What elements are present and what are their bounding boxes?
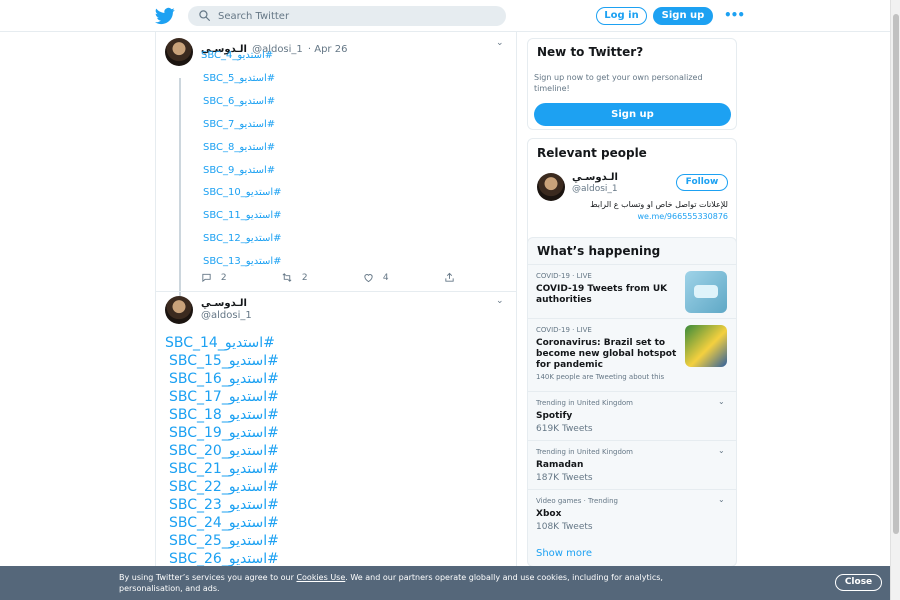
hashtag-link[interactable]: SBC_25_استديو# [169,532,365,550]
cookie-text: By using Twitter’s services you agree to… [119,572,719,594]
chevron-down-icon[interactable]: ⌄ [718,495,725,504]
scrollbar[interactable] [890,0,900,600]
tweet-text: SBC_14_استديو# SBC_15_استديو# SBC_16_است… [165,334,365,568]
person-name[interactable]: الـدوسـي [572,172,618,183]
avatar[interactable] [165,296,193,324]
thread-line [179,78,181,303]
trend-item[interactable]: COVID-19 · LIVE Coronavirus: Brazil set … [528,318,736,390]
trend-meta: Video games · Trending [536,497,619,505]
cookie-text-before: By using Twitter’s services you agree to… [119,573,297,582]
trend-meta: Trending in United Kingdom [536,399,633,407]
trend-count: 619K Tweets [536,424,593,434]
trend-count: 108K Tweets [536,522,593,532]
new-to-twitter-card: New to Twitter? Sign up now to get your … [527,38,737,130]
like-count: 4 [382,273,389,283]
signup-button[interactable]: Sign up [653,7,713,25]
bio-link[interactable]: we.me/966555330876 [548,212,729,221]
search-input[interactable] [218,6,498,26]
show-more-link[interactable]: Show more [536,548,592,559]
like-action[interactable]: 4 [363,272,389,283]
brazil-crowd-thumbnail [685,325,727,367]
trend-title: Spotify [536,411,573,421]
trend-title: COVID-19 Tweets from UK authorities [536,284,668,305]
person-handle[interactable]: @aldosi_1 [572,184,618,194]
avatar[interactable] [165,38,193,66]
close-button[interactable]: Close [835,574,882,591]
trend-title: Ramadan [536,460,584,470]
hashtag-link[interactable]: SBC_9_استديو# [203,165,275,176]
trend-item[interactable]: Video games · Trending Xbox 108K Tweets … [528,489,736,539]
hashtag-link[interactable]: SBC_14_استديو# [165,334,365,352]
timeline: الـدوسـي @aldosi_1 · Apr 26 ⌄ SBC_4_استد… [155,32,517,572]
trend-count: 187K Tweets [536,473,593,483]
hashtag-link[interactable]: SBC_13_استديو# [203,256,282,267]
hashtag-link[interactable]: SBC_24_استديو# [169,514,365,532]
hashtag-link[interactable]: SBC_18_استديو# [169,406,365,424]
cookie-banner: By using Twitter’s services you agree to… [0,566,900,600]
trend-meta: COVID-19 · LIVE [536,272,592,280]
share-action[interactable] [444,272,455,283]
chevron-down-icon[interactable]: ⌄ [496,296,504,306]
tweet-actions: 2 2 4 [201,272,461,286]
reply-action[interactable]: 2 [201,272,227,283]
card-title: Relevant people [537,146,647,160]
trend-title: Coronavirus: Brazil set to become new gl… [536,338,677,370]
more-menu-icon[interactable]: ••• [724,8,745,22]
search-box[interactable] [188,6,506,26]
tweet-date[interactable]: · Apr 26 [308,44,348,55]
hashtag-link[interactable]: SBC_17_استديو# [169,388,365,406]
signup-button[interactable]: Sign up [534,103,731,126]
chevron-down-icon[interactable]: ⌄ [496,38,504,48]
card-subtitle: Sign up now to get your own personalized… [534,73,703,93]
hashtag-link[interactable]: SBC_22_استديو# [169,478,365,496]
person-bio: للإعلانات تواصل خاص او وتساب ع الرابط [590,200,728,209]
hashtag-link[interactable]: SBC_23_استديو# [169,496,365,514]
author-handle[interactable]: @aldosi_1 [201,310,252,321]
trend-title: Xbox [536,509,562,519]
login-button[interactable]: Log in [596,7,647,25]
trend-count: 140K people are Tweeting about this [536,373,665,381]
trend-item[interactable]: Trending in United Kingdom Ramadan 187K … [528,440,736,490]
search-icon [199,10,210,21]
chevron-down-icon[interactable]: ⌄ [718,446,725,455]
scrollbar-thumb[interactable] [893,14,899,534]
hashtag-link[interactable]: SBC_11_استديو# [203,210,282,221]
hashtag-link[interactable]: SBC_15_استديو# [169,352,365,370]
retweet-count: 2 [301,273,308,283]
hashtag-link[interactable]: SBC_12_استديو# [203,233,282,244]
mask-thumbnail [685,271,727,313]
cookies-use-link[interactable]: Cookies Use [296,573,345,582]
trend-item[interactable]: Trending in United Kingdom Spotify 619K … [528,391,736,441]
hashtag-link[interactable]: SBC_7_استديو# [203,119,275,130]
hashtag-link[interactable]: SBC_5_استديو# [203,73,275,84]
heart-icon [364,274,373,283]
hashtag-link[interactable]: SBC_16_استديو# [169,370,365,388]
twitter-bird-logo-icon[interactable] [155,6,175,26]
follow-button[interactable]: Follow [676,174,728,191]
hashtag-link[interactable]: SBC_21_استديو# [169,460,365,478]
tweet[interactable]: الـدوسـي @aldosi_1 · Apr 26 ⌄ SBC_4_استد… [156,32,516,303]
trend-item[interactable]: COVID-19 · LIVE COVID-19 Tweets from UK … [528,264,736,318]
card-title: What’s happening [537,244,661,258]
hashtag-link[interactable]: SBC_6_استديو# [203,96,275,107]
share-icon [445,272,454,282]
author-name[interactable]: الـدوسـي [201,298,247,309]
trend-meta: COVID-19 · LIVE [536,326,592,334]
whats-happening-card: What’s happening COVID-19 · LIVE COVID-1… [527,237,737,567]
top-navigation-bar: Log in Sign up ••• [0,0,900,32]
retweet-action[interactable]: 2 [281,272,308,283]
trend-meta: Trending in United Kingdom [536,448,633,456]
hashtag-link[interactable]: SBC_4_استديو# [201,50,273,61]
reply-icon [202,273,211,283]
hashtag-link[interactable]: SBC_20_استديو# [169,442,365,460]
hashtag-link[interactable]: SBC_19_استديو# [169,424,365,442]
reply-count: 2 [220,273,227,283]
avatar[interactable] [537,173,565,201]
chevron-down-icon[interactable]: ⌄ [718,397,725,406]
card-title: New to Twitter? [537,45,644,59]
retweet-icon [282,273,292,282]
hashtag-link[interactable]: SBC_10_استديو# [203,187,282,198]
hashtag-link[interactable]: SBC_8_استديو# [203,142,275,153]
